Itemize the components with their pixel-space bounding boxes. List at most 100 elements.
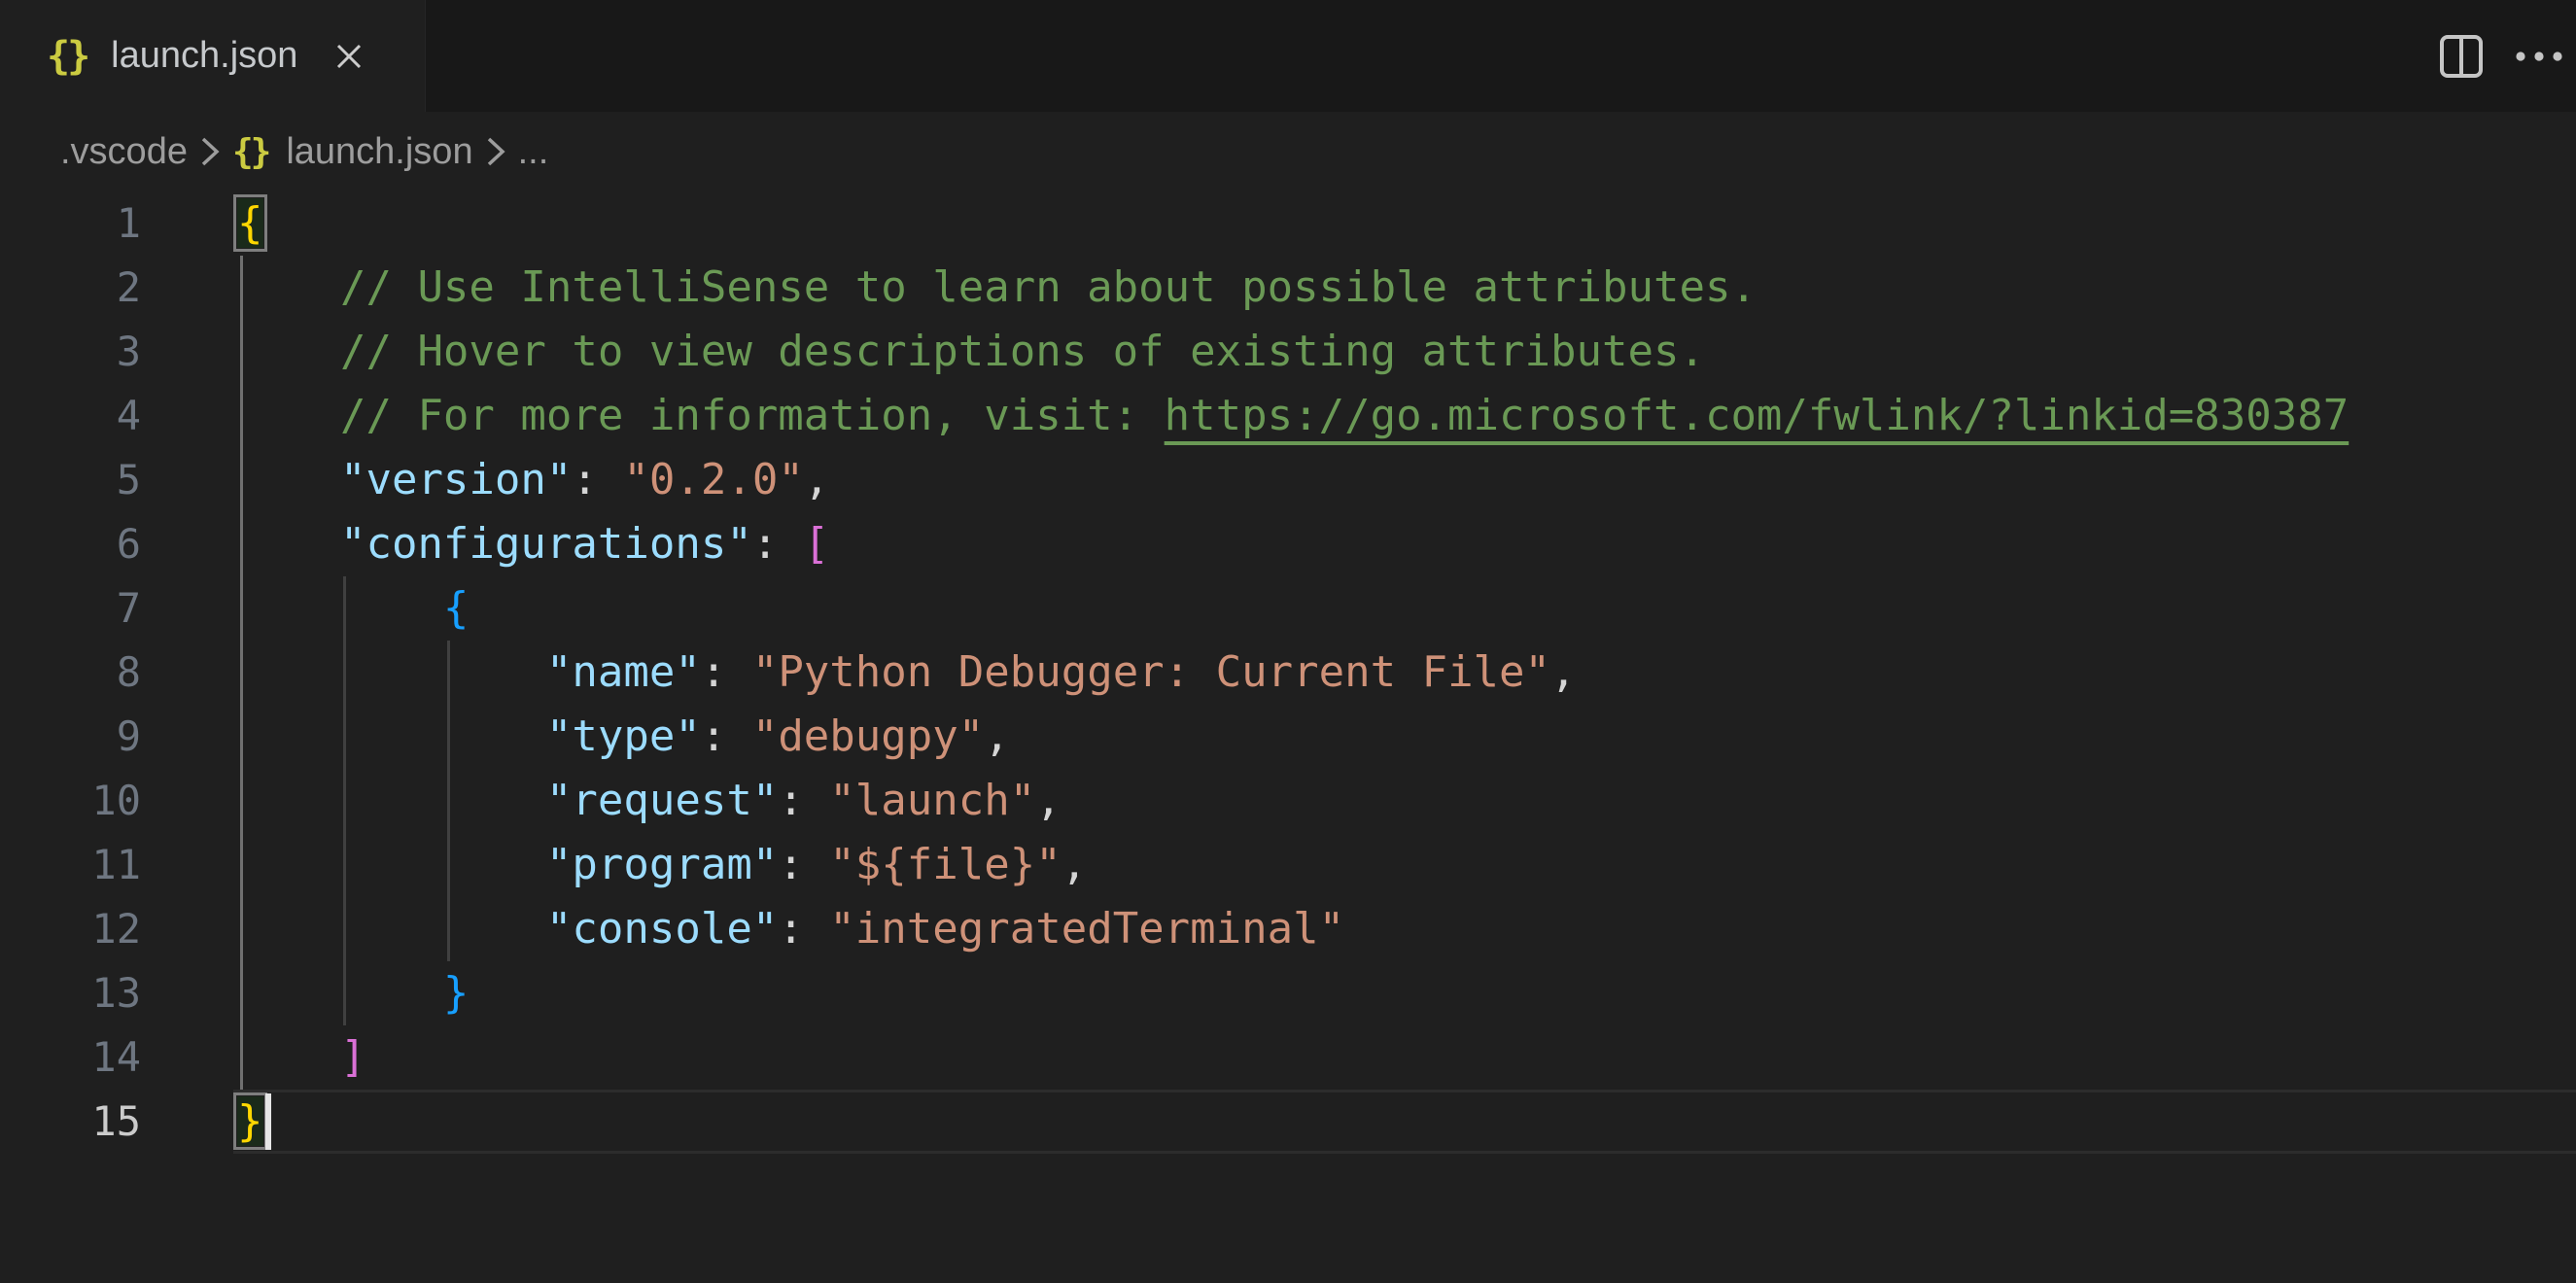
breadcrumb-item-vscode[interactable]: .vscode [60,131,188,173]
editor: 1{2 // Use IntelliSense to learn about p… [0,191,2576,1154]
code-text[interactable]: "name": "Python Debugger: Current File", [141,641,1577,705]
code-text[interactable]: { [141,576,469,641]
token-plain [237,262,340,312]
code-line[interactable]: 6 "configurations": [ [0,512,2576,576]
token-key: "name" [546,647,701,697]
token-string: "Python Debugger: Current File" [752,647,1550,697]
token-key: "configurations" [340,519,752,569]
breadcrumb-item-launch-json[interactable]: {} launch.json [232,131,473,173]
code-line[interactable]: 2 // Use IntelliSense to learn about pos… [0,256,2576,320]
token-punct: , [1062,840,1088,889]
code-text[interactable]: } [141,961,469,1025]
token-key: "program" [546,840,778,889]
breadcrumb-item-symbols[interactable]: ... [518,131,549,173]
code-line[interactable]: 7 { [0,576,2576,641]
token-plain [237,904,546,954]
code-line[interactable]: 10 "request": "launch", [0,769,2576,833]
more-actions-icon [2515,51,2563,62]
token-plain [237,455,340,504]
line-number[interactable]: 8 [0,641,141,705]
line-number[interactable]: 5 [0,448,141,512]
code-text[interactable]: ] [141,1025,366,1090]
token-bracket2: ] [340,1032,366,1082]
token-key: "console" [546,904,778,954]
close-icon[interactable] [332,40,366,73]
code-line[interactable]: 3 // Hover to view descriptions of exist… [0,320,2576,384]
line-number[interactable]: 14 [0,1025,141,1090]
split-editor-icon [2439,34,2484,79]
code-line[interactable]: 11 "program": "${file}", [0,833,2576,897]
token-bracket1: { [237,198,263,248]
token-punct: : [778,840,829,889]
token-punct: , [984,711,1010,761]
token-plain [237,776,546,825]
code-text[interactable]: "version": "0.2.0", [141,448,829,512]
line-number[interactable]: 3 [0,320,141,384]
code-line[interactable]: 4 // For more information, visit: https:… [0,384,2576,448]
token-bracket1: } [237,1096,263,1146]
line-number[interactable]: 12 [0,897,141,961]
code-line[interactable]: 15} [0,1090,2576,1154]
token-plain [237,711,546,761]
chevron-right-icon [197,131,223,172]
token-plain [237,391,340,440]
breadcrumb: .vscode {} launch.json ... [0,112,2576,191]
tab-bar: {} launch.json [0,0,2576,112]
token-comment: // Use IntelliSense to learn about possi… [340,262,1757,312]
text-cursor [265,1093,271,1150]
token-string: "launch" [829,776,1035,825]
line-number[interactable]: 1 [0,191,141,256]
token-bracket3: } [443,968,470,1018]
code-text[interactable]: } [141,1090,263,1154]
code-text[interactable]: { [141,191,263,256]
token-plain [237,1032,340,1082]
code-line[interactable]: 9 "type": "debugpy", [0,705,2576,769]
code-line[interactable]: 12 "console": "integratedTerminal" [0,897,2576,961]
code-line[interactable]: 13 } [0,961,2576,1025]
line-number[interactable]: 4 [0,384,141,448]
line-number[interactable]: 9 [0,705,141,769]
token-plain [237,327,340,376]
breadcrumb-file-label: launch.json [286,131,472,173]
more-actions-button[interactable] [2510,22,2568,90]
token-string: "${file}" [829,840,1061,889]
token-link: https://go.microsoft.com/fwlink/?linkid=… [1165,391,2350,440]
code-line[interactable]: 8 "name": "Python Debugger: Current File… [0,641,2576,705]
code-text[interactable]: "type": "debugpy", [141,705,1010,769]
code-line[interactable]: 14 ] [0,1025,2576,1090]
token-key: "request" [546,776,778,825]
line-number[interactable]: 2 [0,256,141,320]
token-punct: , [1035,776,1062,825]
code-text[interactable]: "console": "integratedTerminal" [141,897,1344,961]
token-punct: , [1550,647,1577,697]
token-punct: , [804,455,830,504]
line-number[interactable]: 13 [0,961,141,1025]
token-plain [237,968,443,1018]
line-number[interactable]: 6 [0,512,141,576]
token-punct: : [778,904,829,954]
line-number[interactable]: 10 [0,769,141,833]
token-punct: : [701,647,752,697]
code-text[interactable]: // For more information, visit: https://… [141,384,2349,448]
tab-launch-json[interactable]: {} launch.json [0,0,426,112]
split-editor-button[interactable] [2432,22,2490,90]
code-text[interactable]: // Hover to view descriptions of existin… [141,320,1705,384]
json-file-icon: {} [232,132,268,172]
editor-actions [2432,0,2576,112]
token-plain [237,583,443,633]
token-comment: // Hover to view descriptions of existin… [340,327,1705,376]
token-plain [237,647,546,697]
token-punct: : [778,776,829,825]
code-text[interactable]: "program": "${file}", [141,833,1087,897]
code-line[interactable]: 1{ [0,191,2576,256]
code-text[interactable]: "configurations": [ [141,512,829,576]
code-text[interactable]: // Use IntelliSense to learn about possi… [141,256,1757,320]
line-number[interactable]: 11 [0,833,141,897]
code-text[interactable]: "request": "launch", [141,769,1062,833]
line-number[interactable]: 7 [0,576,141,641]
line-number[interactable]: 15 [0,1090,141,1154]
token-punct: : [572,455,623,504]
token-string: "integratedTerminal" [829,904,1344,954]
code-line[interactable]: 5 "version": "0.2.0", [0,448,2576,512]
token-key: "version" [340,455,572,504]
